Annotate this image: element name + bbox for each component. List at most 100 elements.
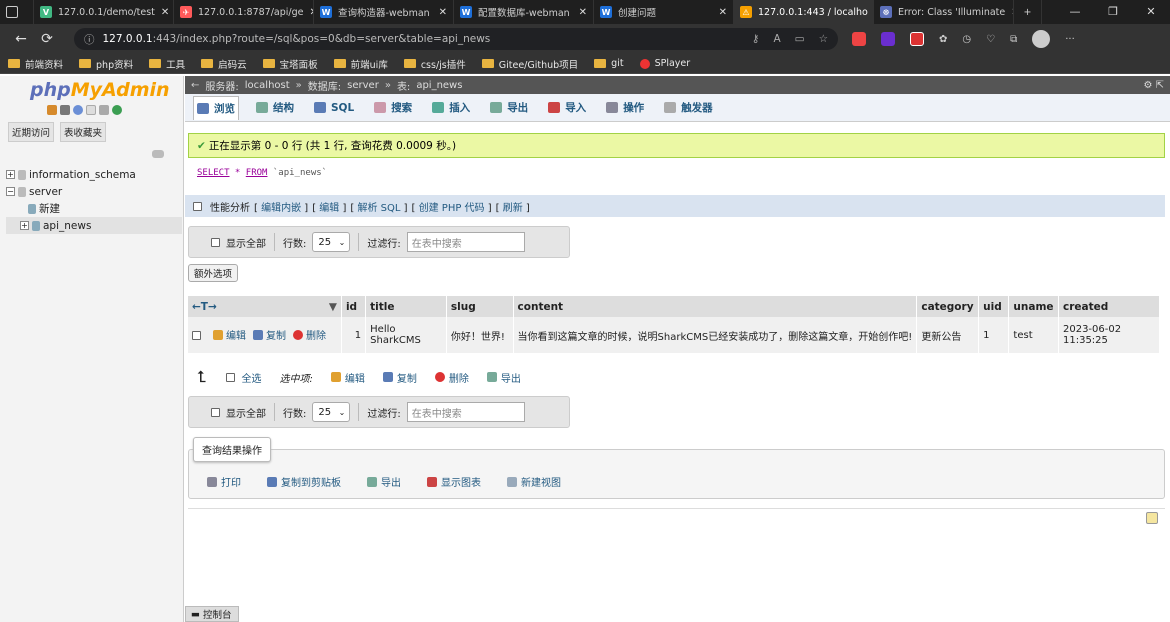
collapse-sidebar-icon[interactable]: ←	[191, 80, 199, 91]
cell-id[interactable]: 1	[341, 317, 367, 353]
column-header-created[interactable]: created	[1058, 296, 1161, 317]
bookmark-item[interactable]: 工具	[149, 57, 185, 71]
close-tab-icon[interactable]: ✕	[713, 7, 727, 18]
settings-icon[interactable]	[99, 105, 109, 115]
profiling-link-text[interactable]: 编辑	[319, 203, 339, 214]
filter-input[interactable]: 在表中搜索	[406, 232, 525, 252]
bookmark-note-icon[interactable]	[1146, 512, 1158, 524]
close-window-icon[interactable]: ✕	[1132, 0, 1170, 24]
bookmark-item[interactable]: 前端资料	[8, 57, 63, 71]
show-all-checkbox[interactable]	[211, 407, 220, 417]
edit-row-button[interactable]: 编辑	[213, 327, 246, 342]
favorite-star-icon[interactable]: ☆	[819, 33, 828, 45]
tab-actions-button[interactable]	[0, 0, 34, 24]
bulk-edit-button[interactable]: 编辑	[330, 370, 365, 385]
extra-options-button[interactable]: 额外选项	[188, 264, 239, 282]
read-aloud-icon[interactable]: A	[773, 33, 780, 45]
bookmark-item[interactable]: php资料	[79, 57, 133, 71]
browser-tab[interactable]: ☸ Error: Class 'Illuminate✕	[874, 0, 1014, 24]
column-header-uname[interactable]: uname	[1008, 296, 1059, 317]
puzzle-icon[interactable]: ✿	[939, 34, 947, 45]
back-icon[interactable]: ←	[8, 31, 34, 47]
tab-2[interactable]: SQL	[311, 96, 357, 120]
tab-4[interactable]: 插入	[429, 96, 473, 120]
more-icon[interactable]: ···	[1065, 34, 1075, 45]
close-tab-icon[interactable]: ✕	[573, 7, 587, 18]
expand-icon[interactable]: +	[6, 170, 15, 179]
tab-8[interactable]: 触发器	[661, 96, 716, 120]
create-view-button[interactable]: 新建视图	[507, 474, 561, 489]
bookmark-item[interactable]: 启码云	[201, 57, 247, 71]
column-header-content[interactable]: content	[513, 296, 918, 317]
tab-7[interactable]: 操作	[603, 96, 647, 120]
tab-0[interactable]: 浏览	[193, 95, 239, 120]
recent-tab[interactable]: 近期访问	[8, 122, 55, 142]
profiling-link-text[interactable]: 创建 PHP 代码	[419, 203, 485, 214]
bookmark-item[interactable]: Gitee/Github项目	[481, 57, 578, 71]
export-button[interactable]: 导出	[367, 474, 401, 489]
cell-uid[interactable]: 1	[978, 317, 1010, 353]
browser-tab[interactable]: W 配置数据库-webman ✕	[454, 0, 594, 24]
reload-icon[interactable]: ⟳	[34, 31, 60, 47]
bulk-copy-button[interactable]: 复制	[382, 370, 417, 385]
avatar[interactable]	[1032, 30, 1051, 48]
pma-logo[interactable]: phpMyAdmin	[30, 79, 183, 101]
browser-tab[interactable]: ✈ 127.0.0.1:8787/api/ge✕	[174, 0, 314, 24]
heart-icon[interactable]: ♡	[986, 34, 995, 45]
copy-clipboard-button[interactable]: 复制到剪贴板	[267, 474, 341, 489]
copy-row-button[interactable]: 复制	[253, 327, 286, 342]
collapse-icon[interactable]: −	[6, 187, 15, 196]
row-checkbox[interactable]	[192, 330, 201, 340]
tab-3[interactable]: 搜索	[371, 96, 415, 120]
tree-db-server[interactable]: − server	[6, 183, 182, 200]
console-button[interactable]: ▬ 控制台	[185, 606, 239, 622]
extension-icon[interactable]	[910, 32, 924, 46]
bc-server[interactable]: localhost	[245, 80, 290, 91]
filter-input[interactable]: 在表中搜索	[406, 402, 525, 422]
column-header-id[interactable]: id	[341, 296, 367, 317]
key-icon[interactable]: ⚷	[752, 33, 760, 45]
profiling-checkbox[interactable]	[193, 201, 202, 211]
check-all-link[interactable]: 全选	[241, 370, 261, 385]
close-tab-icon[interactable]: ✕	[303, 7, 313, 18]
column-header-uid[interactable]: uid	[978, 296, 1010, 317]
gear-icon[interactable]: ⚙ ⇱	[1143, 80, 1164, 91]
history-icon[interactable]: ◷	[962, 34, 971, 45]
bookmark-item[interactable]: SPlayer	[639, 58, 690, 69]
delete-row-button[interactable]: 删除	[293, 327, 326, 342]
collections-icon[interactable]: ⧉	[1010, 34, 1017, 45]
show-all-checkbox[interactable]	[211, 237, 220, 247]
cell-uname[interactable]: test	[1008, 317, 1059, 353]
column-header-category[interactable]: category	[916, 296, 980, 317]
cell-slug[interactable]: 你好！世界!	[446, 317, 514, 353]
close-tab-icon[interactable]: ✕	[433, 7, 447, 18]
profiling-link-text[interactable]: 编辑内嵌	[261, 203, 301, 214]
column-arrows[interactable]: ←T→ ▼	[188, 296, 342, 317]
docs-icon[interactable]	[86, 105, 96, 115]
bookmark-item[interactable]: 前端ui库	[333, 57, 388, 71]
logout-icon[interactable]	[60, 105, 70, 115]
favorites-tab[interactable]: 表收藏夹	[60, 122, 107, 142]
tab-6[interactable]: 导入	[545, 96, 589, 120]
close-tab-icon[interactable]: ✕	[155, 7, 169, 18]
cell-content[interactable]: 当你看到这篇文章的时候，说明SharkCMS已经安装成功了，删除这篇文章，开始创…	[513, 317, 918, 353]
bc-table[interactable]: api_news	[416, 80, 462, 91]
reader-icon[interactable]: ▭	[795, 33, 805, 45]
bookmark-item[interactable]: git	[594, 58, 624, 69]
maximize-icon[interactable]: ❐	[1094, 0, 1132, 24]
tab-1[interactable]: 结构	[253, 96, 297, 120]
link-icon[interactable]	[152, 150, 164, 158]
rows-select[interactable]: 25 ⌄	[312, 402, 351, 422]
extension-icon[interactable]	[852, 32, 866, 46]
sql-keyword[interactable]: SELECT	[197, 168, 230, 178]
cell-category[interactable]: 更新公告	[916, 317, 980, 353]
sql-keyword[interactable]: FROM	[246, 168, 268, 178]
tree-db-information-schema[interactable]: + information_schema	[6, 166, 182, 183]
home-icon[interactable]	[47, 105, 57, 115]
browser-tab[interactable]: W 创建问题 ✕	[594, 0, 734, 24]
display-chart-button[interactable]: 显示图表	[427, 474, 481, 489]
tree-new[interactable]: 新建	[6, 200, 182, 217]
extension-icon[interactable]	[881, 32, 895, 46]
help-icon[interactable]	[73, 105, 83, 115]
bulk-export-button[interactable]: 导出	[486, 370, 521, 385]
